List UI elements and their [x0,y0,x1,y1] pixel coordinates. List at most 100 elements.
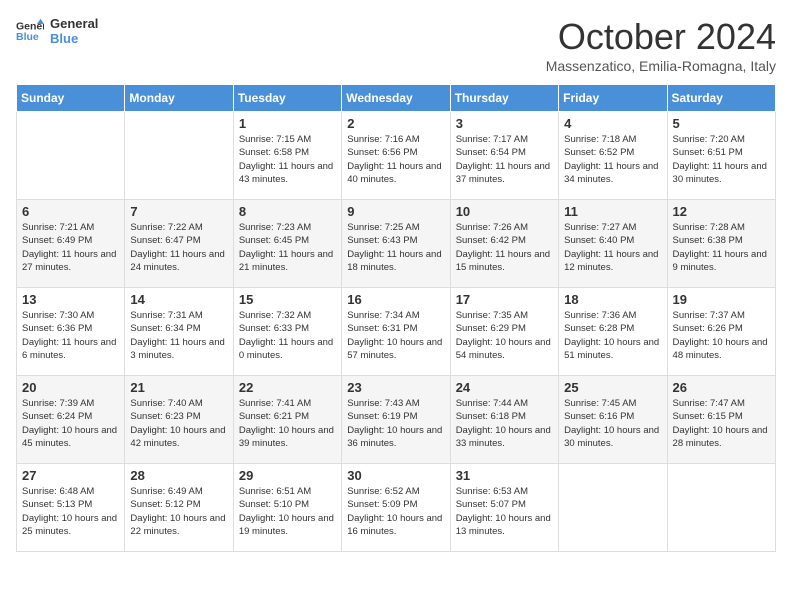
day-number: 30 [347,468,444,483]
day-number: 10 [456,204,553,219]
svg-text:Blue: Blue [16,31,39,43]
day-number: 9 [347,204,444,219]
calendar-cell: 31 Sunrise: 6:53 AM Sunset: 5:07 PM Dayli… [450,464,558,552]
calendar-cell: 2Sunrise: 7:16 AM Sunset: 6:56 PM Daylig… [342,112,450,200]
day-info: Sunrise: 7:35 AM Sunset: 6:29 PM Dayligh… [456,309,553,362]
day-info: Sunrise: 7:30 AM Sunset: 6:36 PM Dayligh… [22,309,119,362]
day-number: 13 [22,292,119,307]
day-number: 18 [564,292,661,307]
day-info: Sunrise: 7:45 AM Sunset: 6:16 PM Dayligh… [564,397,661,450]
day-info: Sunrise: 7:37 AM Sunset: 6:26 PM Dayligh… [673,309,770,362]
weekday-header-cell: Tuesday [233,85,341,112]
calendar-week-row: 20 Sunrise: 7:39 AM Sunset: 6:24 PM Dayli… [17,376,776,464]
calendar-cell: 27 Sunrise: 6:48 AM Sunset: 5:13 PM Dayli… [17,464,125,552]
day-info: Sunrise: 6:49 AM Sunset: 5:12 PM Dayligh… [130,485,227,538]
calendar-cell: 11 Sunrise: 7:27 AM Sunset: 6:40 PM Dayli… [559,200,667,288]
calendar-cell: 9 Sunrise: 7:25 AM Sunset: 6:43 PM Daylig… [342,200,450,288]
day-number: 24 [456,380,553,395]
calendar-cell: 28 Sunrise: 6:49 AM Sunset: 5:12 PM Dayli… [125,464,233,552]
day-info: Sunrise: 7:43 AM Sunset: 6:19 PM Dayligh… [347,397,444,450]
day-info: Sunrise: 7:39 AM Sunset: 6:24 PM Dayligh… [22,397,119,450]
calendar-cell: 30 Sunrise: 6:52 AM Sunset: 5:09 PM Dayli… [342,464,450,552]
calendar-cell: 10 Sunrise: 7:26 AM Sunset: 6:42 PM Dayli… [450,200,558,288]
calendar-body: 1Sunrise: 7:15 AM Sunset: 6:58 PM Daylig… [17,112,776,552]
calendar-cell: 12 Sunrise: 7:28 AM Sunset: 6:38 PM Dayli… [667,200,775,288]
day-number: 16 [347,292,444,307]
day-info: Sunrise: 7:25 AM Sunset: 6:43 PM Dayligh… [347,221,444,274]
calendar-cell: 15Sunrise: 7:32 AM Sunset: 6:33 PM Dayli… [233,288,341,376]
day-number: 27 [22,468,119,483]
day-number: 1 [239,116,336,131]
calendar-week-row: 27 Sunrise: 6:48 AM Sunset: 5:13 PM Dayli… [17,464,776,552]
calendar-cell: 13 Sunrise: 7:30 AM Sunset: 6:36 PM Dayli… [17,288,125,376]
day-number: 4 [564,116,661,131]
weekday-header-row: SundayMondayTuesdayWednesdayThursdayFrid… [17,85,776,112]
day-number: 8 [239,204,336,219]
day-number: 29 [239,468,336,483]
day-info: Sunrise: 6:51 AM Sunset: 5:10 PM Dayligh… [239,485,336,538]
day-info: Sunrise: 7:17 AM Sunset: 6:54 PM Dayligh… [456,133,553,186]
day-info: Sunrise: 7:20 AM Sunset: 6:51 PM Dayligh… [673,133,770,186]
day-info: Sunrise: 6:53 AM Sunset: 5:07 PM Dayligh… [456,485,553,538]
page-header: General Blue General Blue October 2024 M… [16,16,776,74]
logo: General Blue General Blue [16,16,98,46]
calendar-week-row: 13 Sunrise: 7:30 AM Sunset: 6:36 PM Dayli… [17,288,776,376]
day-number: 22 [239,380,336,395]
calendar-week-row: 1Sunrise: 7:15 AM Sunset: 6:58 PM Daylig… [17,112,776,200]
logo-icon: General Blue [16,17,44,45]
calendar-cell: 17Sunrise: 7:35 AM Sunset: 6:29 PM Dayli… [450,288,558,376]
calendar-week-row: 6 Sunrise: 7:21 AM Sunset: 6:49 PM Daylig… [17,200,776,288]
logo-line1: General [50,16,98,31]
day-info: Sunrise: 7:40 AM Sunset: 6:23 PM Dayligh… [130,397,227,450]
day-info: Sunrise: 7:32 AM Sunset: 6:33 PM Dayligh… [239,309,336,362]
day-number: 31 [456,468,553,483]
calendar-cell: 20 Sunrise: 7:39 AM Sunset: 6:24 PM Dayli… [17,376,125,464]
day-number: 26 [673,380,770,395]
calendar-cell: 1Sunrise: 7:15 AM Sunset: 6:58 PM Daylig… [233,112,341,200]
location: Massenzatico, Emilia-Romagna, Italy [546,58,776,74]
calendar-cell: 19 Sunrise: 7:37 AM Sunset: 6:26 PM Dayli… [667,288,775,376]
day-info: Sunrise: 7:28 AM Sunset: 6:38 PM Dayligh… [673,221,770,274]
calendar-cell [559,464,667,552]
calendar-cell: 16 Sunrise: 7:34 AM Sunset: 6:31 PM Dayli… [342,288,450,376]
day-number: 14 [130,292,227,307]
day-info: Sunrise: 7:22 AM Sunset: 6:47 PM Dayligh… [130,221,227,274]
weekday-header-cell: Monday [125,85,233,112]
day-info: Sunrise: 7:23 AM Sunset: 6:45 PM Dayligh… [239,221,336,274]
calendar-cell: 26 Sunrise: 7:47 AM Sunset: 6:15 PM Dayli… [667,376,775,464]
day-number: 21 [130,380,227,395]
calendar-cell: 18Sunrise: 7:36 AM Sunset: 6:28 PM Dayli… [559,288,667,376]
day-info: Sunrise: 7:34 AM Sunset: 6:31 PM Dayligh… [347,309,444,362]
calendar-cell: 8 Sunrise: 7:23 AM Sunset: 6:45 PM Daylig… [233,200,341,288]
calendar-cell [125,112,233,200]
calendar-cell: 21 Sunrise: 7:40 AM Sunset: 6:23 PM Dayli… [125,376,233,464]
day-info: Sunrise: 7:21 AM Sunset: 6:49 PM Dayligh… [22,221,119,274]
day-number: 3 [456,116,553,131]
day-number: 7 [130,204,227,219]
day-info: Sunrise: 7:16 AM Sunset: 6:56 PM Dayligh… [347,133,444,186]
day-info: Sunrise: 7:47 AM Sunset: 6:15 PM Dayligh… [673,397,770,450]
calendar-cell: 24Sunrise: 7:44 AM Sunset: 6:18 PM Dayli… [450,376,558,464]
day-info: Sunrise: 7:18 AM Sunset: 6:52 PM Dayligh… [564,133,661,186]
calendar-cell [667,464,775,552]
day-number: 12 [673,204,770,219]
day-number: 6 [22,204,119,219]
day-info: Sunrise: 7:26 AM Sunset: 6:42 PM Dayligh… [456,221,553,274]
logo-line2: Blue [50,31,98,46]
calendar-cell: 3 Sunrise: 7:17 AM Sunset: 6:54 PM Daylig… [450,112,558,200]
day-info: Sunrise: 7:27 AM Sunset: 6:40 PM Dayligh… [564,221,661,274]
day-number: 28 [130,468,227,483]
calendar-cell: 23Sunrise: 7:43 AM Sunset: 6:19 PM Dayli… [342,376,450,464]
calendar-cell: 5 Sunrise: 7:20 AM Sunset: 6:51 PM Daylig… [667,112,775,200]
day-number: 20 [22,380,119,395]
day-number: 19 [673,292,770,307]
calendar-cell: 29 Sunrise: 6:51 AM Sunset: 5:10 PM Dayli… [233,464,341,552]
calendar-cell: 6 Sunrise: 7:21 AM Sunset: 6:49 PM Daylig… [17,200,125,288]
title-block: October 2024 Massenzatico, Emilia-Romagn… [546,16,776,74]
day-number: 5 [673,116,770,131]
calendar-table: SundayMondayTuesdayWednesdayThursdayFrid… [16,84,776,552]
calendar-cell: 7 Sunrise: 7:22 AM Sunset: 6:47 PM Daylig… [125,200,233,288]
day-info: Sunrise: 6:52 AM Sunset: 5:09 PM Dayligh… [347,485,444,538]
day-number: 11 [564,204,661,219]
day-info: Sunrise: 6:48 AM Sunset: 5:13 PM Dayligh… [22,485,119,538]
